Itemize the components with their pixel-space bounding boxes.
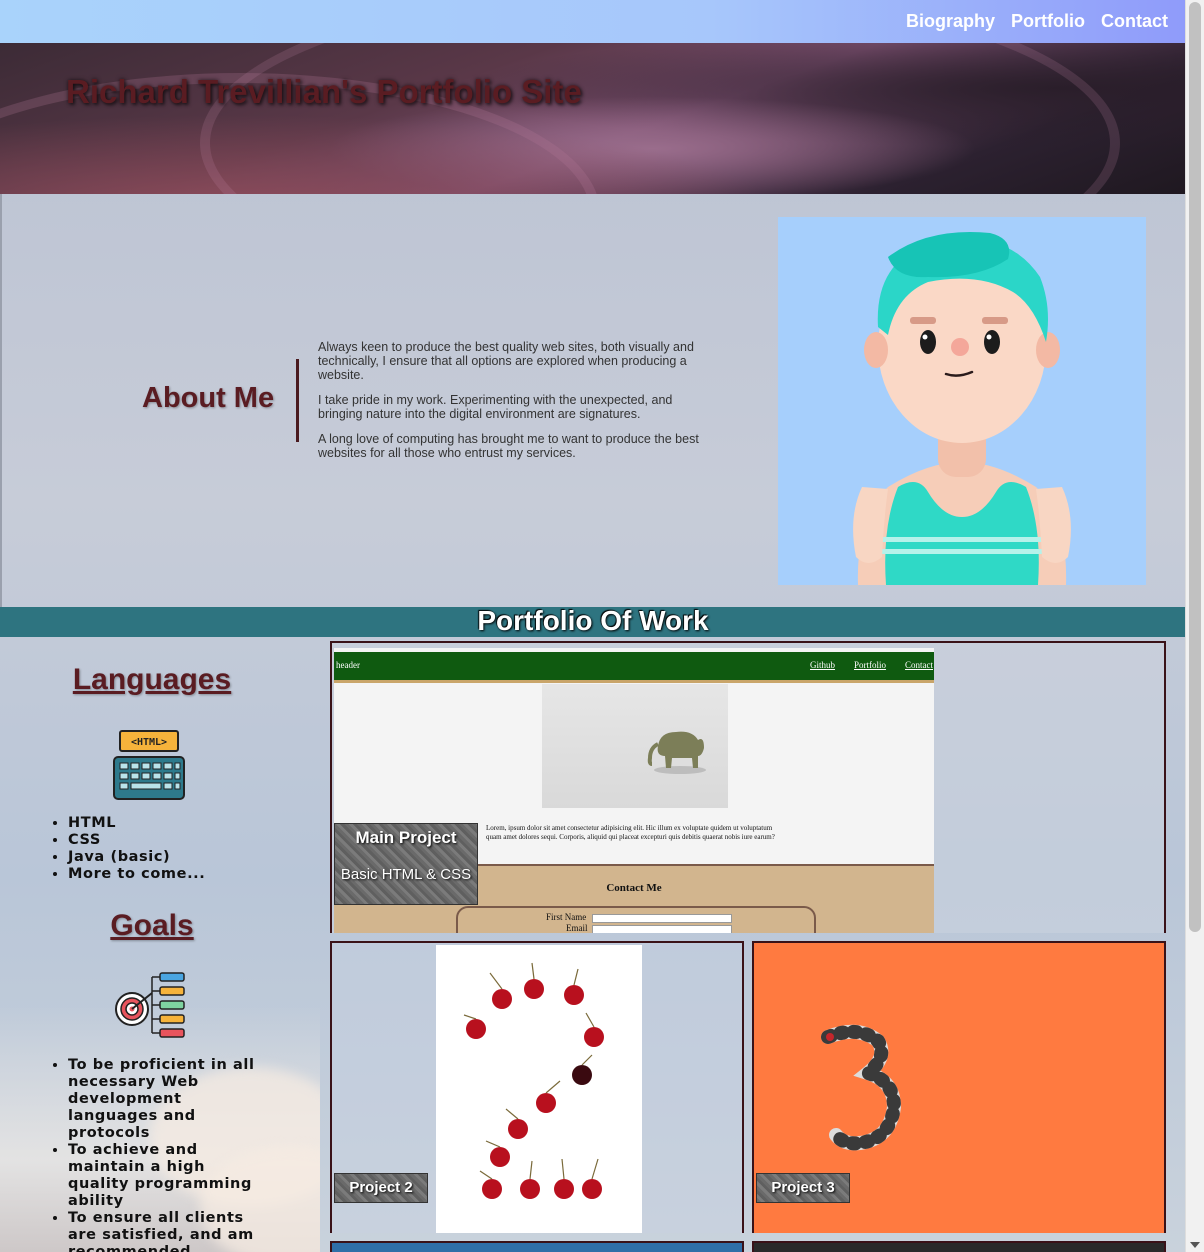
site-title: Richard Trevillian's Portfolio Site bbox=[66, 73, 582, 110]
mock-contact-form: First Name Email bbox=[456, 906, 816, 933]
list-item: More to come... bbox=[68, 866, 205, 883]
avatar-illustration bbox=[853, 232, 1071, 585]
list-item: To ensure all clients are satisfied, and… bbox=[68, 1210, 258, 1252]
goals-heading: Goals bbox=[110, 909, 194, 942]
main-project-subtitle: Basic HTML & CSS bbox=[340, 866, 472, 883]
mock-elephant-image bbox=[542, 684, 728, 808]
about-section: About Me Always keen to produce the best… bbox=[0, 194, 1186, 607]
cherries-number-2-image bbox=[436, 945, 642, 1233]
mock-link: Portfolio bbox=[854, 660, 887, 670]
mock-first-name-label: First Name bbox=[546, 912, 587, 922]
list-item: To be proficient in all necessary Web de… bbox=[68, 1057, 258, 1142]
mock-divider bbox=[334, 680, 934, 683]
portfolio-band: Portfolio Of Work bbox=[0, 607, 1186, 637]
list-item: HTML bbox=[68, 815, 205, 832]
top-nav: Biography Portfolio Contact bbox=[0, 0, 1186, 43]
header-texture bbox=[200, 43, 1120, 194]
languages-list: HTML CSS Java (basic) More to come... bbox=[40, 815, 205, 883]
nav-link-contact[interactable]: Contact bbox=[1101, 11, 1168, 32]
mock-header-text: header bbox=[336, 660, 360, 670]
nav-link-portfolio[interactable]: Portfolio bbox=[1011, 11, 1085, 32]
mock-first-name-field bbox=[592, 914, 732, 923]
languages-heading: Languages bbox=[72, 663, 232, 696]
about-divider bbox=[296, 359, 299, 442]
goals-list: To be proficient in all necessary Web de… bbox=[40, 1057, 258, 1252]
scrollbar-thumb[interactable] bbox=[1189, 2, 1201, 932]
project-2-label[interactable]: Project 2 bbox=[334, 1173, 428, 1203]
keyboard-html-icon-text: <HTML> bbox=[131, 737, 167, 748]
list-item: To achieve and maintain a high quality p… bbox=[68, 1142, 258, 1210]
mock-link: Contact bbox=[905, 660, 933, 670]
portfolio-heading: Portfolio Of Work bbox=[477, 605, 709, 636]
mock-header: header Github Portfolio Contact bbox=[334, 652, 934, 680]
mock-email-field bbox=[592, 925, 732, 933]
about-paragraph: A long love of computing has brought me … bbox=[318, 432, 699, 460]
nav-link-biography[interactable]: Biography bbox=[906, 11, 995, 32]
project-3-card[interactable]: Project 3 bbox=[752, 941, 1166, 1233]
project-4-card[interactable] bbox=[330, 1241, 744, 1252]
skills-sidebar: Languages <HTML> HTML CSS Java (basic) M… bbox=[0, 637, 320, 1252]
mock-paragraph: Lorem, ipsum dolor sit amet consectetur … bbox=[486, 824, 775, 841]
main-project-label[interactable]: Main Project Basic HTML & CSS bbox=[334, 823, 478, 905]
page-scrollbar[interactable] bbox=[1185, 0, 1204, 1252]
chain-number-3-image bbox=[818, 1023, 908, 1153]
about-paragraph: Always keen to produce the best quality … bbox=[318, 340, 694, 382]
about-text: Always keen to produce the best quality … bbox=[318, 340, 718, 471]
list-item: CSS bbox=[68, 832, 205, 849]
keyboard-html-icon: <HTML> bbox=[112, 729, 186, 803]
list-item: Java (basic) bbox=[68, 849, 205, 866]
mock-email-label: Email bbox=[566, 923, 588, 933]
mock-link: Github bbox=[810, 660, 836, 670]
main-project-title: Main Project bbox=[355, 828, 457, 847]
main-project-card[interactable]: header Github Portfolio Contact Lorem, i… bbox=[330, 641, 1166, 933]
about-heading: About Me bbox=[142, 382, 275, 414]
project-3-label[interactable]: Project 3 bbox=[756, 1173, 850, 1203]
project-2-card[interactable]: Project 2 bbox=[330, 941, 744, 1233]
scroll-down-arrow-icon[interactable] bbox=[1190, 1242, 1200, 1248]
about-paragraph: I take pride in my work. Experimenting w… bbox=[318, 393, 673, 421]
avatar-image bbox=[778, 217, 1146, 585]
project-5-card[interactable] bbox=[752, 1241, 1166, 1252]
hero-header: Richard Trevillian's Portfolio Site bbox=[0, 43, 1186, 194]
goals-target-icon bbox=[112, 971, 188, 1045]
